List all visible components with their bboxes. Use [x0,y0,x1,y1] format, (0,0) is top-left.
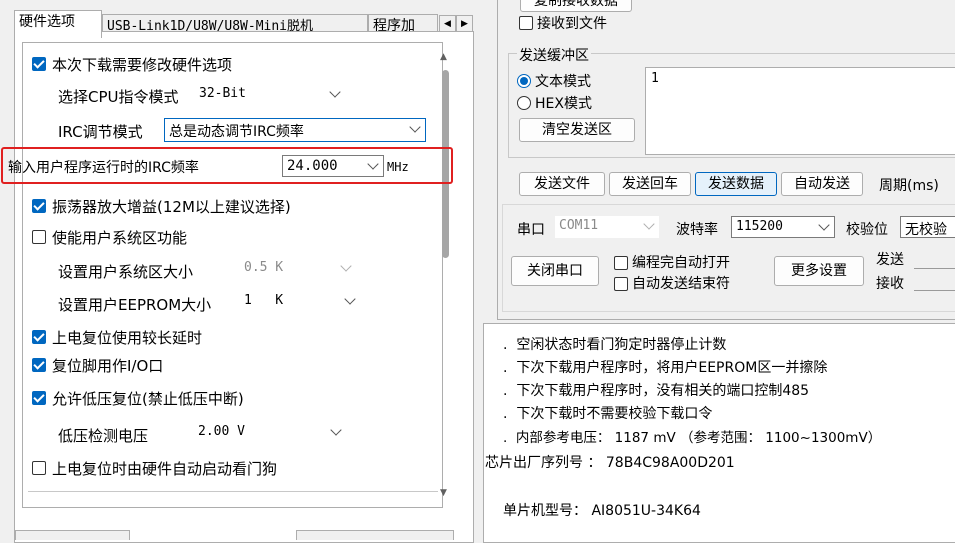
scroll-down-icon[interactable]: ▼ [440,488,447,498]
period-label: 周期(ms) [879,178,939,194]
serial-port-label: 串口 [517,222,545,238]
hex-mode-label: HEX模式 [535,96,592,112]
parity-select[interactable]: 无校验 [900,216,955,238]
oscillator-gain-checkbox[interactable] [32,199,46,213]
irc-adjust-mode-label: IRC调节模式 [58,123,143,141]
user-eeprom-size-select[interactable]: 1 K [240,291,360,313]
serial-port-select[interactable]: COM11 [555,216,659,238]
receive-count-field [914,290,955,291]
reset-pin-as-io-checkbox[interactable] [32,358,46,372]
arrow-right-icon: ▶ [461,19,468,29]
low-voltage-reset-label: 允许低压复位(禁止低压中断) [52,390,244,408]
oscillator-gain-label: 振荡器放大增益(12M以上建议选择) [52,198,291,216]
chevron-down-icon [409,121,421,133]
text-mode-radio[interactable] [517,74,531,88]
chevron-down-icon [344,293,356,305]
modify-hardware-options-label: 本次下载需要修改硬件选项 [52,56,233,74]
user-system-area-label: 使能用户系统区功能 [52,229,188,247]
log-line: . 空闲状态时看门狗定时器停止计数 [503,337,727,353]
send-buffer-group-label: 发送缓冲区 [517,45,591,65]
log-line: . 下次下载时不需要校验下载口令 [503,406,713,422]
cpu-instruction-mode-label: 选择CPU指令模式 [58,88,179,106]
more-settings-button[interactable]: 更多设置 [774,256,864,286]
text-mode-label: 文本模式 [535,74,591,90]
send-return-button[interactable]: 发送回车 [609,172,691,196]
baud-rate-select[interactable]: 115200 [731,216,835,238]
watchdog-auto-start-checkbox[interactable] [32,461,46,475]
send-data-button[interactable]: 发送数据 [695,172,777,196]
bottom-button-right[interactable] [296,530,454,540]
irc-adjust-mode-select[interactable]: 总是动态调节IRC频率 [164,118,426,142]
auto-open-after-program-label: 编程完自动打开 [632,255,730,271]
irc-frequency-label: 输入用户程序运行时的IRC频率 [8,160,199,176]
log-line: . 下次下载用户程序时，将用户EEPROM区一并擦除 [503,360,828,376]
chevron-down-icon [329,86,341,98]
low-voltage-detect-select[interactable]: 2.00 V [194,422,346,444]
send-count-field [914,268,955,269]
receive-to-file-checkbox[interactable] [519,16,533,30]
chevron-down-icon [340,260,352,272]
low-voltage-detect-label: 低压检测电压 [58,427,149,445]
user-system-area-checkbox[interactable] [32,230,46,244]
arrow-left-icon: ◀ [444,19,451,29]
clear-send-buffer-button[interactable]: 清空发送区 [519,118,635,142]
auto-send-terminator-checkbox[interactable] [614,277,628,291]
low-voltage-reset-checkbox[interactable] [32,391,46,405]
user-system-area-size-label: 设置用户系统区大小 [58,263,194,281]
modify-hardware-options-checkbox[interactable] [32,57,46,71]
send-file-button[interactable]: 发送文件 [519,172,605,196]
send-count-label: 发送 [876,252,904,268]
auto-open-after-program-checkbox[interactable] [614,256,628,270]
parity-label: 校验位 [846,222,888,238]
chip-serial-number: 芯片出厂序列号 ： 78B4C98A00D201 [485,455,735,471]
log-line: . 内部参考电压： 1187 mV （参考范围： 1100~1300mV） [503,430,882,446]
chevron-down-icon [367,158,379,170]
receive-to-file-label: 接收到文件 [537,16,607,32]
receive-count-label: 接收 [876,276,904,292]
auto-send-terminator-label: 自动发送结束符 [632,276,730,292]
scroll-up-icon[interactable]: ▲ [440,52,447,62]
irc-frequency-select[interactable]: 24.000 [282,155,384,177]
mcu-model: 单片机型号： AI8051U-34K64 [503,503,701,519]
chevron-down-icon [818,219,830,231]
bottom-button-left[interactable] [15,530,130,540]
chevron-down-icon [330,424,342,436]
watchdog-auto-start-label: 上电复位时由硬件自动启动看门狗 [52,460,278,478]
baud-rate-label: 波特率 [676,222,718,238]
tab-hardware-options[interactable]: 硬件选项 [14,10,102,38]
user-eeprom-size-label: 设置用户EEPROM大小 [58,296,212,314]
log-line: . 下次下载用户程序时，没有相关的端口控制485 [503,383,810,399]
list-divider [28,491,438,492]
chevron-down-icon [643,218,655,230]
long-reset-delay-label: 上电复位使用较长延时 [52,329,203,347]
close-serial-port-button[interactable]: 关闭串口 [511,256,599,286]
cpu-instruction-mode-select[interactable]: 32-Bit [195,84,345,106]
long-reset-delay-checkbox[interactable] [32,330,46,344]
send-buffer-textarea[interactable]: 1 [645,67,955,155]
user-system-area-size-select[interactable]: 0.5 K [240,258,356,280]
tab-strip: 硬件选项 USB-Link1D/U8W/U8W-Mini脱机 程序加 ◀ ▶ [14,6,474,38]
auto-send-button[interactable]: 自动发送 [781,172,863,196]
reset-pin-as-io-label: 复位脚用作I/O口 [52,357,164,375]
hex-mode-radio[interactable] [517,96,531,110]
copy-received-data-button[interactable]: 复制接收数据 [520,0,632,12]
irc-frequency-unit: MHz [387,160,409,174]
